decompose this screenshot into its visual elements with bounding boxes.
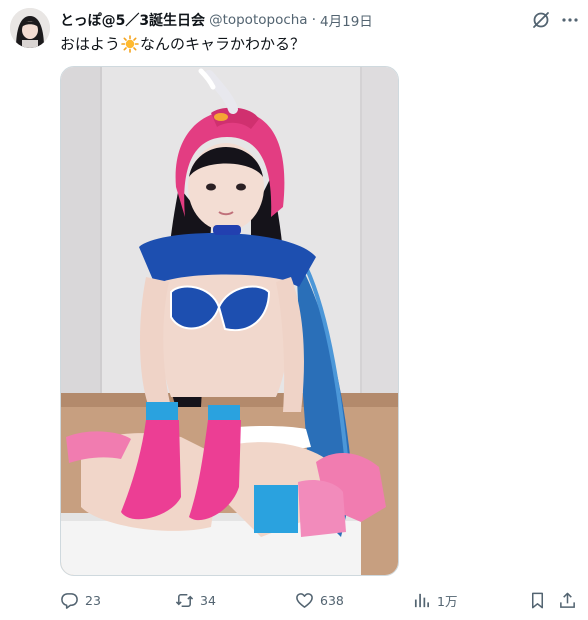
grok-icon[interactable]: [531, 10, 551, 30]
repost-button[interactable]: 34: [175, 588, 216, 612]
reply-icon: [61, 592, 78, 609]
tweet-actions: 23 34 638 1万: [60, 588, 580, 612]
views-chart-icon: [414, 593, 430, 607]
display-name[interactable]: とっぽ@5／3誕生日会: [60, 10, 205, 30]
tweet-text-after: なんのキャラかわかる？: [140, 35, 306, 53]
like-count: 638: [320, 592, 344, 608]
views-count: 1万: [437, 593, 458, 609]
share-icon: [560, 592, 575, 608]
bookmark-button[interactable]: [528, 588, 553, 612]
tweet-text-before: おはよう: [60, 35, 121, 53]
reply-button[interactable]: 23: [60, 588, 101, 612]
repost-count: 34: [200, 592, 216, 608]
avatar-image: [10, 8, 50, 48]
tweet-photo[interactable]: [60, 66, 399, 576]
photo-image: [61, 67, 398, 575]
tweet-text: おはよう なんのキャラかわかる？: [60, 33, 305, 54]
reply-count: 23: [85, 592, 101, 608]
like-button[interactable]: 638: [295, 588, 344, 612]
views-button[interactable]: 1万: [412, 588, 457, 612]
repost-icon: [175, 593, 194, 607]
header-separator: ·: [311, 12, 317, 28]
tweet-header: とっぽ@5／3誕生日会 @topotopocha · 4月19日: [60, 10, 532, 30]
sun-emoji-icon: [121, 34, 139, 53]
tweet-date[interactable]: 4月19日: [320, 10, 373, 30]
user-handle[interactable]: @topotopocha: [209, 12, 308, 28]
heart-icon: [296, 592, 313, 608]
more-options-icon[interactable]: [560, 10, 580, 30]
bookmark-icon: [531, 592, 544, 608]
avatar[interactable]: [10, 8, 50, 48]
share-button[interactable]: [558, 588, 583, 612]
